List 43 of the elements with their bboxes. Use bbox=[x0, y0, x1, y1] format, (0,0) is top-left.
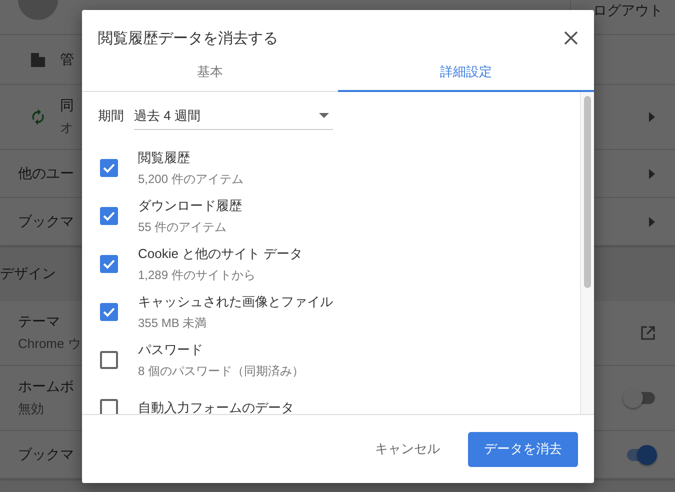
option-detail: 355 MB 未満 bbox=[138, 314, 208, 332]
dropdown-caret-icon bbox=[319, 113, 329, 118]
checkbox[interactable] bbox=[100, 399, 118, 414]
arrow-icon bbox=[649, 112, 655, 122]
sync-icon bbox=[30, 109, 46, 125]
arrow-icon bbox=[649, 168, 655, 178]
option-label: パスワード bbox=[138, 340, 204, 358]
external-link-icon[interactable] bbox=[641, 326, 655, 340]
option-detail: 8 個のパスワード（同期済み） bbox=[138, 362, 304, 380]
setting-label: 他のユー bbox=[18, 164, 74, 182]
setting-label: ホームボ bbox=[18, 378, 74, 396]
checkbox[interactable] bbox=[100, 303, 118, 321]
setting-label: 管 bbox=[60, 50, 74, 68]
option-label: 閲覧履歴 bbox=[138, 148, 191, 166]
arrow-icon bbox=[649, 216, 655, 226]
setting-label: ブックマ bbox=[18, 446, 74, 464]
cancel-button[interactable]: キャンセル bbox=[365, 432, 450, 466]
setting-status: 無効 bbox=[18, 400, 45, 418]
tab[interactable]: 基本 bbox=[82, 54, 338, 92]
checkbox[interactable] bbox=[100, 159, 118, 177]
checkbox[interactable] bbox=[100, 207, 118, 225]
setting-label: ブックマ bbox=[18, 212, 74, 230]
option-detail: 55 件のアイテム bbox=[138, 218, 228, 236]
building-icon bbox=[30, 52, 46, 68]
close-button[interactable] bbox=[562, 29, 580, 47]
option-label: キャッシュされた画像とファイル bbox=[138, 292, 333, 310]
period-dropdown[interactable]: 過去 4 週間 bbox=[134, 102, 333, 130]
checkbox[interactable] bbox=[100, 255, 118, 273]
checkbox[interactable] bbox=[100, 351, 118, 369]
setting-label: 同 bbox=[60, 97, 74, 115]
clear-data-button[interactable]: データを消去 bbox=[468, 432, 578, 466]
setting-label: テーマ bbox=[18, 313, 61, 331]
option-label: Cookie と他のサイト データ bbox=[138, 244, 303, 262]
section-heading: デザイン bbox=[0, 264, 56, 282]
tab[interactable]: 詳細設定 bbox=[338, 54, 594, 92]
option-detail: 5,200 件のアイテム bbox=[138, 170, 244, 188]
dialog-title: 閲覧履歴データを消去する bbox=[98, 28, 278, 48]
option-label: 自動入力フォームのデータ bbox=[138, 399, 294, 414]
option-detail: 1,289 件のサイトから bbox=[138, 266, 256, 284]
option-label: ダウンロード履歴 bbox=[138, 196, 242, 214]
period-label: 期間 bbox=[98, 107, 124, 125]
setting-status: Chrome ウ bbox=[18, 335, 81, 353]
setting-status: オ bbox=[60, 119, 74, 137]
